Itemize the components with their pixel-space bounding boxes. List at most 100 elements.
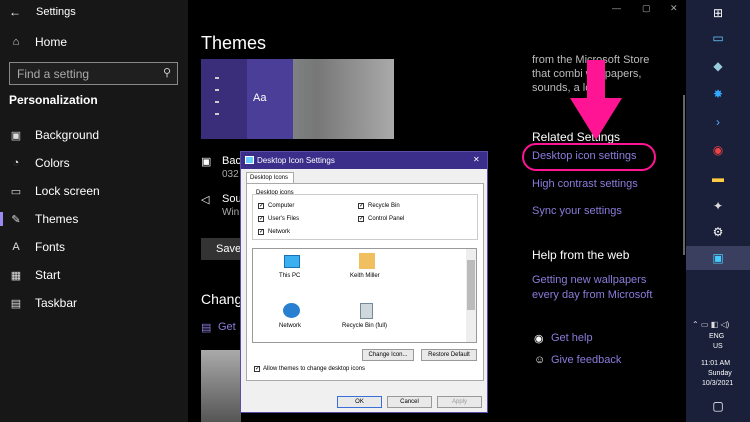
save-label: Save [216,243,242,255]
icon-caption: This PC [279,273,301,279]
restore-default-button[interactable]: Restore Default [421,349,477,361]
recycle-bin-icon[interactable] [360,303,373,319]
window-title: Settings [36,6,76,18]
sidebar-item-label: Colors [35,156,70,170]
save-theme-button[interactable]: Save [201,238,241,260]
sound-label[interactable]: Sou [222,193,242,205]
highlight-ellipse [522,143,656,171]
help-icon: ◉ [534,333,544,345]
theme-preview[interactable]: Aa [201,59,394,139]
button-label: Change Icon... [368,352,408,358]
change-icon-button[interactable]: Change Icon... [362,349,414,361]
sidebar-item-lock-screen[interactable]: ▭ Lock screen [0,177,188,205]
grid-icon: ▦ [10,269,22,282]
lang-2[interactable]: US [713,343,723,350]
explorer-icon[interactable]: ▬ [709,169,727,187]
clock-day: Sunday [708,370,732,377]
start-icon[interactable]: ⊞ [709,4,727,22]
sidebar-item-label: Themes [35,212,79,226]
icon-list-scroll-thumb[interactable] [467,260,475,310]
page-title: Themes [201,33,267,53]
give-feedback-link[interactable]: Give feedback [551,354,621,366]
dialog-titlebar: Desktop Icon Settings ✕ [241,152,487,169]
checkbox-label: Allow themes to change desktop icons [263,366,366,372]
chrome-icon[interactable]: ◉ [709,141,727,159]
sidebar-item-label: Background [35,128,100,142]
display-icon: ▣ [712,251,724,265]
app-icon[interactable]: ✦ [709,197,727,215]
sidebar-item-fonts[interactable]: A Fonts [0,233,188,261]
dialog-close-button[interactable]: ✕ [473,155,480,164]
lang-1[interactable]: ENG [709,333,724,340]
search-icon: ⚲ [162,67,171,79]
palette-icon: ◔ [12,157,20,169]
app-icon[interactable]: ✸ [709,85,727,103]
dialog-app-icon [245,156,254,164]
preview-line [215,113,219,115]
home-label: Home [35,35,68,49]
sidebar-item-label: Fonts [35,240,66,254]
settings-sidebar: ← Settings ⌂ Home Find a setting ⚲ Perso… [0,0,188,422]
section-heading: Personalization [9,93,98,107]
checkbox-label: Recycle Bin [368,203,400,209]
dialog-title: Desktop Icon Settings [257,156,335,165]
preview-line [215,89,219,91]
powershell-icon[interactable]: › [709,113,727,131]
brush-icon: ✎ [11,213,21,226]
help-heading: Help from the web [532,248,630,262]
taskbar-icon: ▤ [10,297,22,310]
change-heading: Chang [201,291,243,307]
sidebar-item-taskbar[interactable]: ▤ Taskbar [0,289,188,317]
gear-icon[interactable]: ⚙ [709,223,727,241]
apply-button[interactable]: Apply [437,396,482,408]
minimize-button[interactable]: — [612,3,621,13]
users-files-checkbox[interactable]: ✓ [258,216,264,222]
monitor-icon: ▭ [10,185,22,198]
desktop-icon-settings-dialog: Desktop Icon Settings ✕ Desktop Icons De… [240,151,488,413]
preview-window: Aa [201,59,293,139]
high-contrast-link[interactable]: High contrast settings [532,178,638,190]
recycle-bin-checkbox[interactable]: ✓ [358,203,364,209]
control-panel-checkbox[interactable]: ✓ [358,216,364,222]
sidebar-item-background[interactable]: ▣ Background [0,121,188,149]
app-icon[interactable]: ◆ [709,57,727,75]
sidebar-item-themes[interactable]: ✎ Themes [0,205,188,233]
preview-text: Aa [253,92,267,104]
sidebar-item-start[interactable]: ▦ Start [0,261,188,289]
checkbox-label: Computer [268,203,295,209]
theme-thumbnail[interactable] [201,350,241,422]
button-label: OK [355,399,364,405]
network-checkbox[interactable]: ✓ [258,229,264,235]
ok-button[interactable]: OK [337,396,382,408]
allow-themes-checkbox[interactable]: ✓ [254,366,260,372]
user-folder-icon[interactable] [359,253,375,269]
checkbox-label: User's Files [268,216,300,222]
home-icon: ⌂ [12,36,20,48]
sidebar-home[interactable]: ⌂ Home [0,28,188,56]
notification-icon[interactable]: ▢ [709,397,727,415]
search-input[interactable]: Find a setting ⚲ [9,62,178,85]
icon-caption: Recycle Bin (full) [342,323,388,329]
sidebar-item-label: Start [35,268,61,282]
preview-pane: Aa [247,59,293,139]
get-help-link[interactable]: Get help [551,332,593,344]
computer-checkbox[interactable]: ✓ [258,203,264,209]
back-icon[interactable]: ← [9,5,21,19]
pointer-arrow-icon [570,60,622,140]
background-label[interactable]: Bac [222,155,241,167]
sync-settings-link[interactable]: Sync your settings [532,205,622,217]
this-pc-icon[interactable] [284,255,300,268]
wallpapers-link[interactable]: Getting new wallpapers every day from Mi… [532,273,672,303]
sidebar-item-colors[interactable]: ◔ Colors [0,149,188,177]
checkbox-label: Network [268,229,291,235]
network-icon[interactable] [283,303,300,318]
close-button[interactable]: ✕ [670,3,678,14]
clock-time[interactable]: 11:01 AM [701,360,730,367]
scrollbar[interactable] [683,95,685,255]
tray-icons[interactable]: ⌃ ▭ ◧ ◁) [692,320,729,329]
maximize-button[interactable]: ▢ [642,3,651,14]
get-themes-link[interactable]: Get [218,321,236,333]
app-icon[interactable]: ▭ [709,29,727,47]
cancel-button[interactable]: Cancel [387,396,432,408]
store-icon: ▤ [201,322,212,334]
